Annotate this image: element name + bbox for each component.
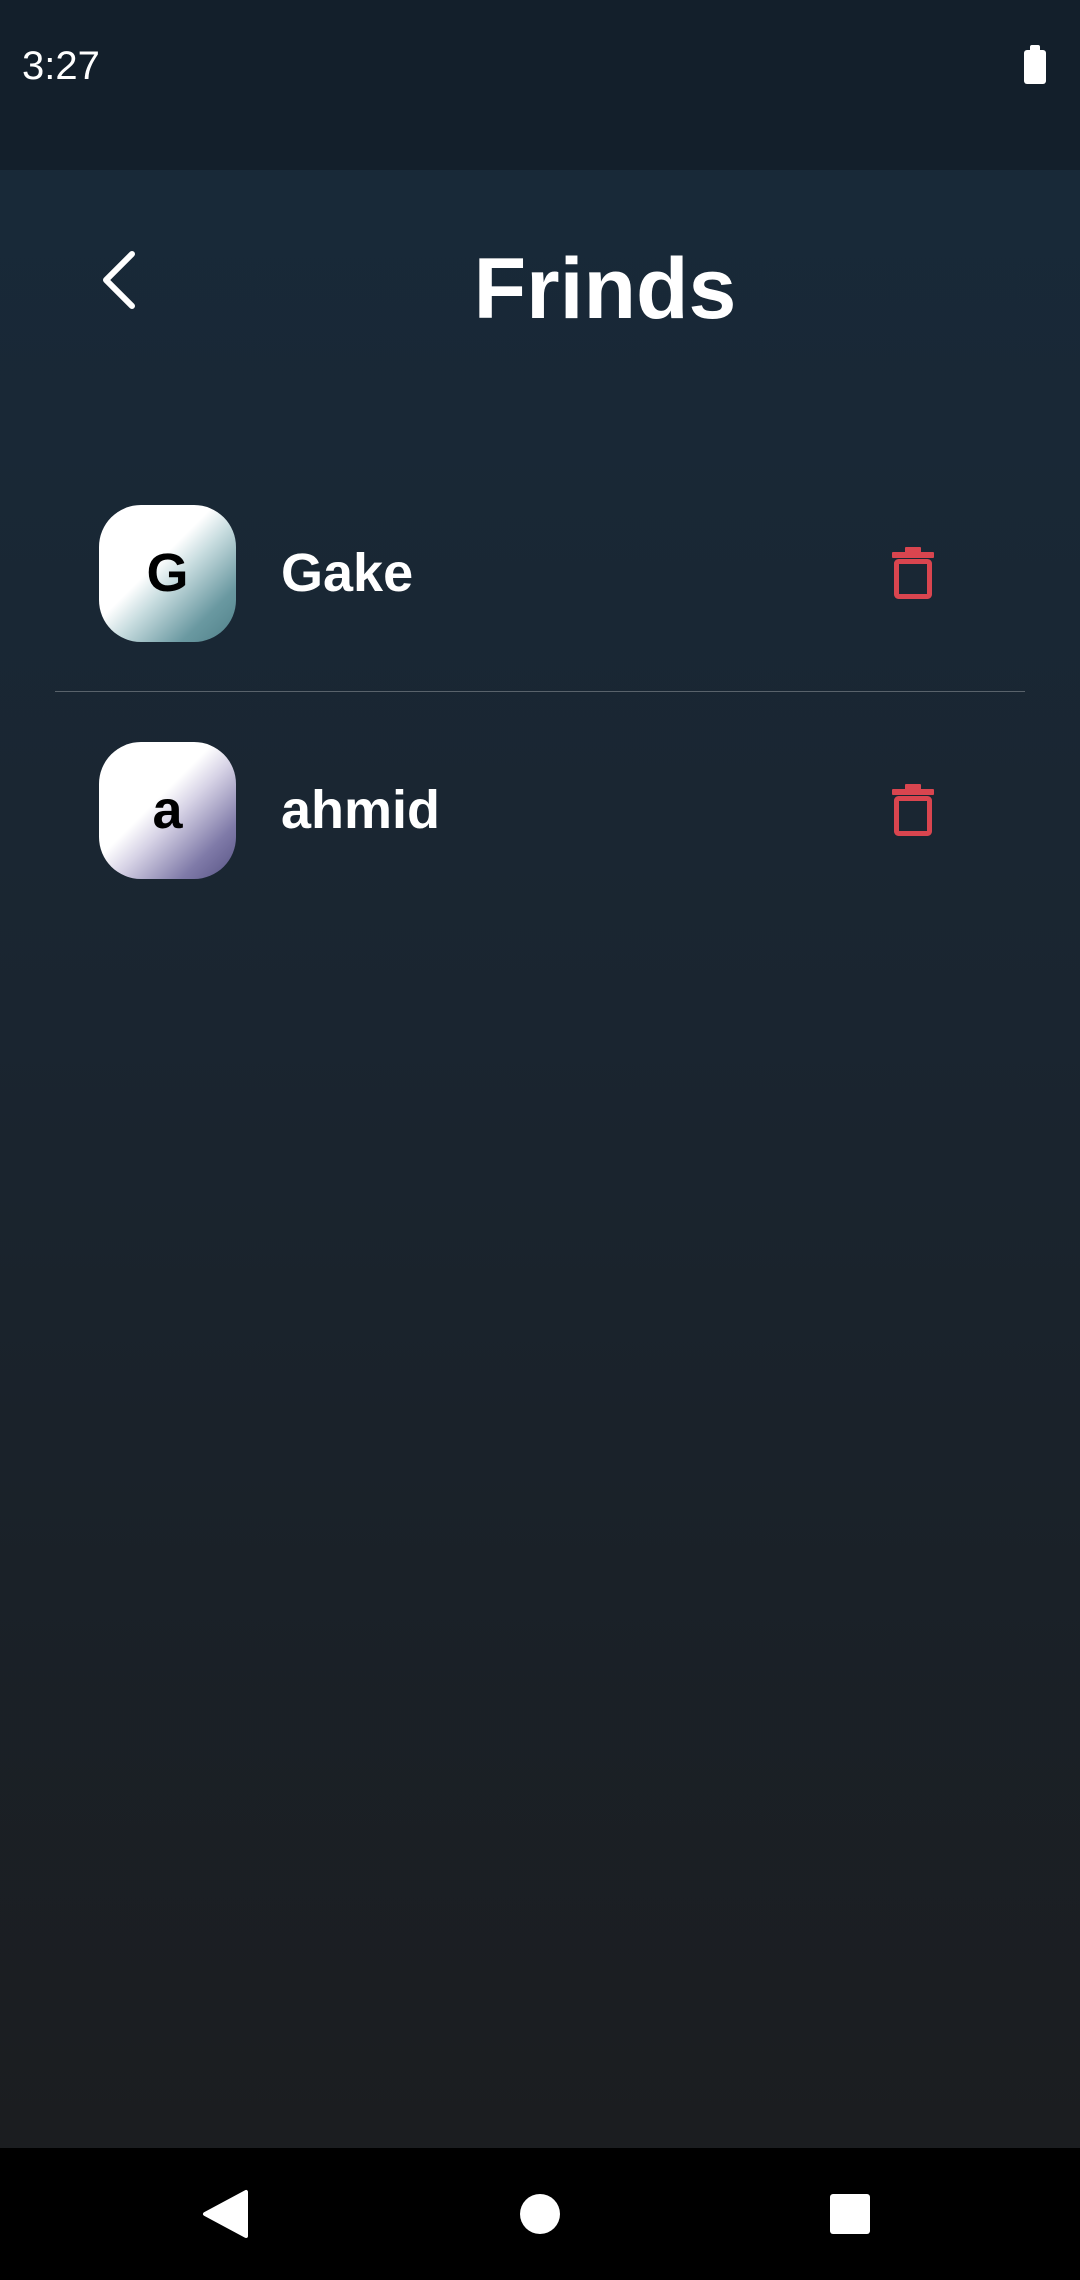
nav-home-button[interactable] — [500, 2174, 580, 2254]
friend-row[interactable]: a ahmid — [55, 691, 1025, 928]
header: Frinds — [0, 170, 1080, 420]
nav-home-circle-icon — [520, 2194, 560, 2234]
avatar-initial: G — [146, 543, 189, 603]
nav-back-button[interactable] — [185, 2174, 265, 2254]
friend-list: G Gake a ahmid — [55, 455, 1025, 928]
page-title: Frinds — [473, 241, 737, 337]
status-time: 3:27 — [22, 44, 100, 88]
status-bar: 3:27 — [0, 0, 1080, 170]
avatar-initial: a — [152, 780, 183, 840]
avatar: G — [99, 504, 236, 642]
nav-back-triangle-icon — [203, 2190, 248, 2238]
delete-friend-button[interactable] — [881, 778, 945, 842]
battery-icon — [1024, 45, 1046, 84]
friend-name: ahmid — [281, 780, 441, 840]
nav-recents-square-icon — [830, 2194, 870, 2234]
nav-recents-button[interactable] — [810, 2174, 890, 2254]
friend-name: Gake — [281, 543, 414, 603]
navigation-bar — [0, 2148, 1080, 2280]
trash-icon — [892, 784, 934, 836]
delete-friend-button[interactable] — [881, 541, 945, 605]
trash-icon — [892, 547, 934, 599]
avatar: a — [99, 741, 236, 879]
friend-row[interactable]: G Gake — [55, 455, 1025, 691]
